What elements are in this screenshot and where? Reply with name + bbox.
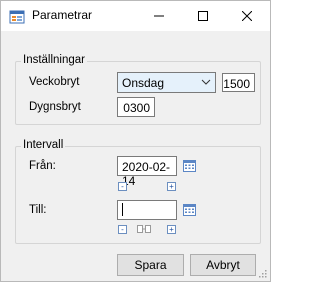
title-bar[interactable]: Parametrar <box>1 1 270 31</box>
veckobryt-day-value: Onsdag <box>122 76 165 90</box>
fran-decrement-button[interactable]: - <box>118 182 127 191</box>
save-button[interactable]: Spara <box>117 254 184 276</box>
fran-increment-button[interactable]: + <box>167 182 176 191</box>
intervall-group-label: Intervall <box>21 139 66 151</box>
veckobryt-label: Veckobryt <box>29 76 80 88</box>
till-decrement-button[interactable]: - <box>118 225 127 234</box>
chevron-down-icon <box>201 79 211 85</box>
dygnsbryt-label: Dygnsbryt <box>29 101 81 113</box>
till-date-input[interactable] <box>117 200 177 220</box>
till-label: Till: <box>29 204 47 216</box>
maximize-icon <box>198 11 208 21</box>
dygnsbryt-time-input[interactable]: 0300 <box>117 97 155 117</box>
calendar-icon[interactable] <box>183 160 196 172</box>
cancel-button[interactable]: Avbryt <box>190 254 256 276</box>
parametrar-window: Parametrar Inställningar Veckobryt Onsda… <box>0 0 271 282</box>
fran-label: Från: <box>29 160 56 172</box>
close-icon <box>242 11 252 21</box>
veckobryt-time-input[interactable]: 1500 <box>222 73 255 92</box>
installningar-group-label: Inställningar <box>21 54 88 66</box>
minimize-icon <box>154 15 164 17</box>
form-icon <box>9 10 25 24</box>
minimize-button[interactable] <box>137 1 181 31</box>
close-button[interactable] <box>225 1 269 31</box>
till-increment-button[interactable]: + <box>167 225 176 234</box>
maximize-button[interactable] <box>181 1 225 31</box>
window-title: Parametrar <box>32 8 93 22</box>
resize-grip-icon[interactable] <box>257 268 267 278</box>
text-cursor <box>122 203 123 216</box>
calendar-icon[interactable] <box>183 204 196 216</box>
fran-date-input[interactable]: 2020-02-14 <box>117 156 177 188</box>
veckobryt-day-select[interactable]: Onsdag <box>117 72 216 93</box>
copy-date-icon[interactable] <box>137 224 151 234</box>
